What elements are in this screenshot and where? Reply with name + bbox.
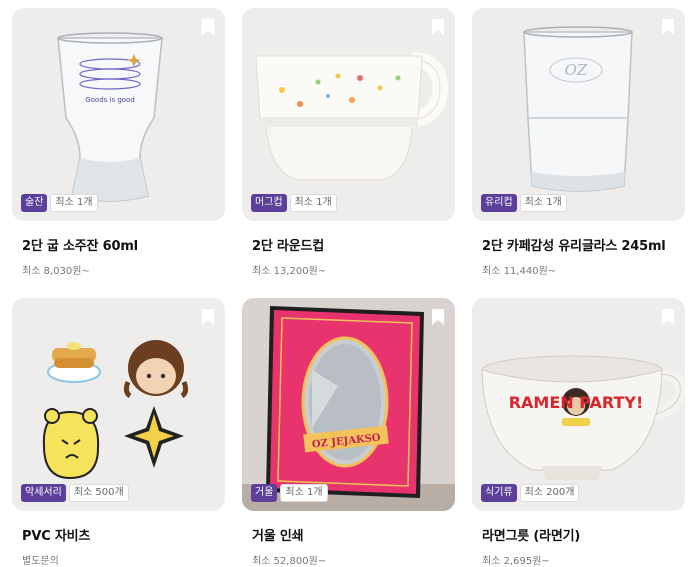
tag-group: 머그컵 최소 1개 (251, 194, 337, 212)
bookmark-icon[interactable] (431, 308, 445, 326)
product-name[interactable]: 2단 라운드컵 (252, 235, 455, 254)
category-badge: 거울 (251, 484, 278, 502)
ramen-bowl-image: RAMEN PARTY! (481, 355, 685, 480)
product-thumbnail[interactable]: OZ JEJAKSO 거울 최소 1개 (242, 298, 455, 511)
bookmark-icon[interactable] (201, 18, 215, 36)
category-badge: 식기류 (481, 484, 517, 502)
category-badge: 유리컵 (481, 194, 517, 212)
tag-group: 악세서리 최소 500개 (21, 484, 129, 502)
product-card[interactable]: RAMEN PARTY! 식기류 최소 200개 라면그릇 (라면기) 최소 2… (472, 298, 685, 567)
product-card[interactable]: OZ JEJAKSO 거울 최소 1개 거울 인쇄 최소 52,800원~ (242, 298, 455, 567)
product-card[interactable]: 악세서리 최소 500개 PVC 자비츠 별도문의 (12, 298, 225, 567)
cafe-glass-image: OZ (523, 26, 633, 192)
product-thumbnail[interactable]: OZ 유리컵 최소 1개 (472, 8, 685, 221)
tag-group: 술잔 최소 1개 (21, 194, 98, 212)
tag-group: 거울 최소 1개 (251, 484, 328, 502)
product-thumbnail[interactable]: 머그컵 최소 1개 (242, 8, 455, 221)
mirror-print-image: OZ JEJAKSO (242, 298, 455, 511)
product-name[interactable]: 거울 인쇄 (252, 525, 455, 544)
bookmark-icon[interactable] (431, 18, 445, 36)
pvc-jibbitz-image (42, 340, 189, 480)
bookmark-icon[interactable] (201, 308, 215, 326)
bowl-print-text: RAMEN PARTY! (509, 393, 644, 412)
min-quantity-badge: 최소 200개 (519, 484, 580, 502)
product-price: 최소 8,030원~ (22, 266, 90, 277)
round-mug-image (255, 52, 449, 181)
category-badge: 술잔 (21, 194, 48, 212)
product-name[interactable]: PVC 자비츠 (22, 525, 225, 544)
soju-glass-image: Goods is good (57, 32, 163, 202)
product-grid: Goods is good 술잔 최소 1개 2단 굽 소주잔 60ml 최소 … (0, 0, 699, 567)
min-quantity-badge: 최소 1개 (280, 484, 328, 502)
product-card[interactable]: 머그컵 최소 1개 2단 라운드컵 최소 13,200원~ (242, 8, 455, 277)
product-price: 최소 13,200원~ (252, 266, 327, 277)
min-quantity-badge: 최소 1개 (289, 194, 337, 212)
min-quantity-badge: 최소 500개 (68, 484, 129, 502)
tag-group: 식기류 최소 200개 (481, 484, 580, 502)
product-thumbnail[interactable]: RAMEN PARTY! 식기류 최소 200개 (472, 298, 685, 511)
bookmark-icon[interactable] (661, 18, 675, 36)
glass-print-text: OZ (565, 61, 588, 79)
min-quantity-badge: 최소 1개 (519, 194, 567, 212)
product-name[interactable]: 라면그릇 (라면기) (482, 525, 685, 544)
min-quantity-badge: 최소 1개 (50, 194, 98, 212)
product-thumbnail[interactable]: Goods is good 술잔 최소 1개 (12, 8, 225, 221)
product-card[interactable]: OZ 유리컵 최소 1개 2단 카페감성 유리글라스 245ml 최소 11,4… (472, 8, 685, 277)
category-badge: 머그컵 (251, 194, 287, 212)
bookmark-icon[interactable] (661, 308, 675, 326)
category-badge: 악세서리 (21, 484, 66, 502)
product-thumbnail[interactable]: 악세서리 최소 500개 (12, 298, 225, 511)
product-card[interactable]: Goods is good 술잔 최소 1개 2단 굽 소주잔 60ml 최소 … (12, 8, 225, 277)
tag-group: 유리컵 최소 1개 (481, 194, 567, 212)
product-name[interactable]: 2단 굽 소주잔 60ml (22, 235, 225, 254)
product-name[interactable]: 2단 카페감성 유리글라스 245ml (482, 235, 685, 254)
product-price: 최소 11,440원~ (482, 266, 557, 277)
glass-print-text: Goods is good (85, 96, 135, 104)
